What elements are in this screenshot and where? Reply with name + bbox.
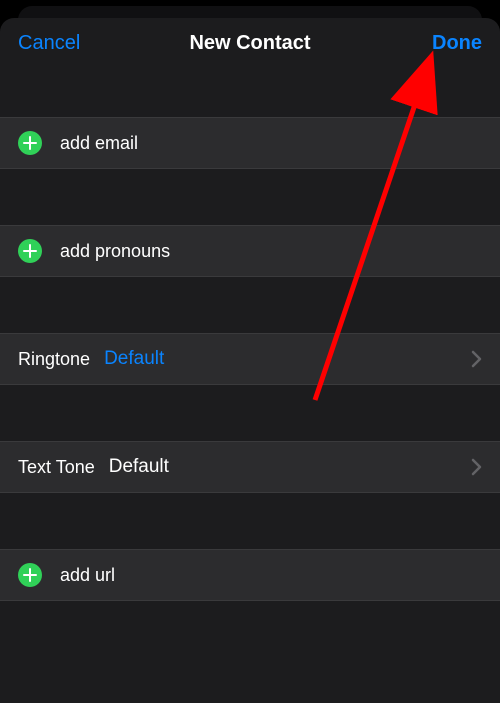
plus-icon xyxy=(18,563,42,587)
page-title: New Contact xyxy=(134,32,366,55)
header-bar: Cancel New Contact Done xyxy=(0,18,500,67)
add-email-label: add email xyxy=(60,133,138,154)
chevron-right-icon xyxy=(471,350,482,368)
add-pronouns-row[interactable]: add pronouns xyxy=(0,225,500,277)
new-contact-sheet: Cancel New Contact Done add email add pr… xyxy=(0,18,500,703)
add-email-row[interactable]: add email xyxy=(0,117,500,169)
ringtone-label: Ringtone xyxy=(18,349,90,370)
content-area: add email add pronouns Ringtone Default … xyxy=(0,67,500,601)
cancel-button[interactable]: Cancel xyxy=(18,32,80,54)
ringtone-row[interactable]: Ringtone Default xyxy=(0,333,500,385)
spacer xyxy=(0,169,500,225)
text-tone-value: Default xyxy=(109,456,471,478)
spacer xyxy=(0,385,500,441)
ringtone-value: Default xyxy=(104,348,471,370)
add-pronouns-label: add pronouns xyxy=(60,241,170,262)
add-url-label: add url xyxy=(60,565,115,586)
done-button[interactable]: Done xyxy=(432,32,482,54)
chevron-right-icon xyxy=(471,458,482,476)
text-tone-row[interactable]: Text Tone Default xyxy=(0,441,500,493)
spacer xyxy=(0,493,500,549)
add-url-row[interactable]: add url xyxy=(0,549,500,601)
text-tone-label: Text Tone xyxy=(18,457,95,478)
spacer xyxy=(0,277,500,333)
plus-icon xyxy=(18,239,42,263)
plus-icon xyxy=(18,131,42,155)
